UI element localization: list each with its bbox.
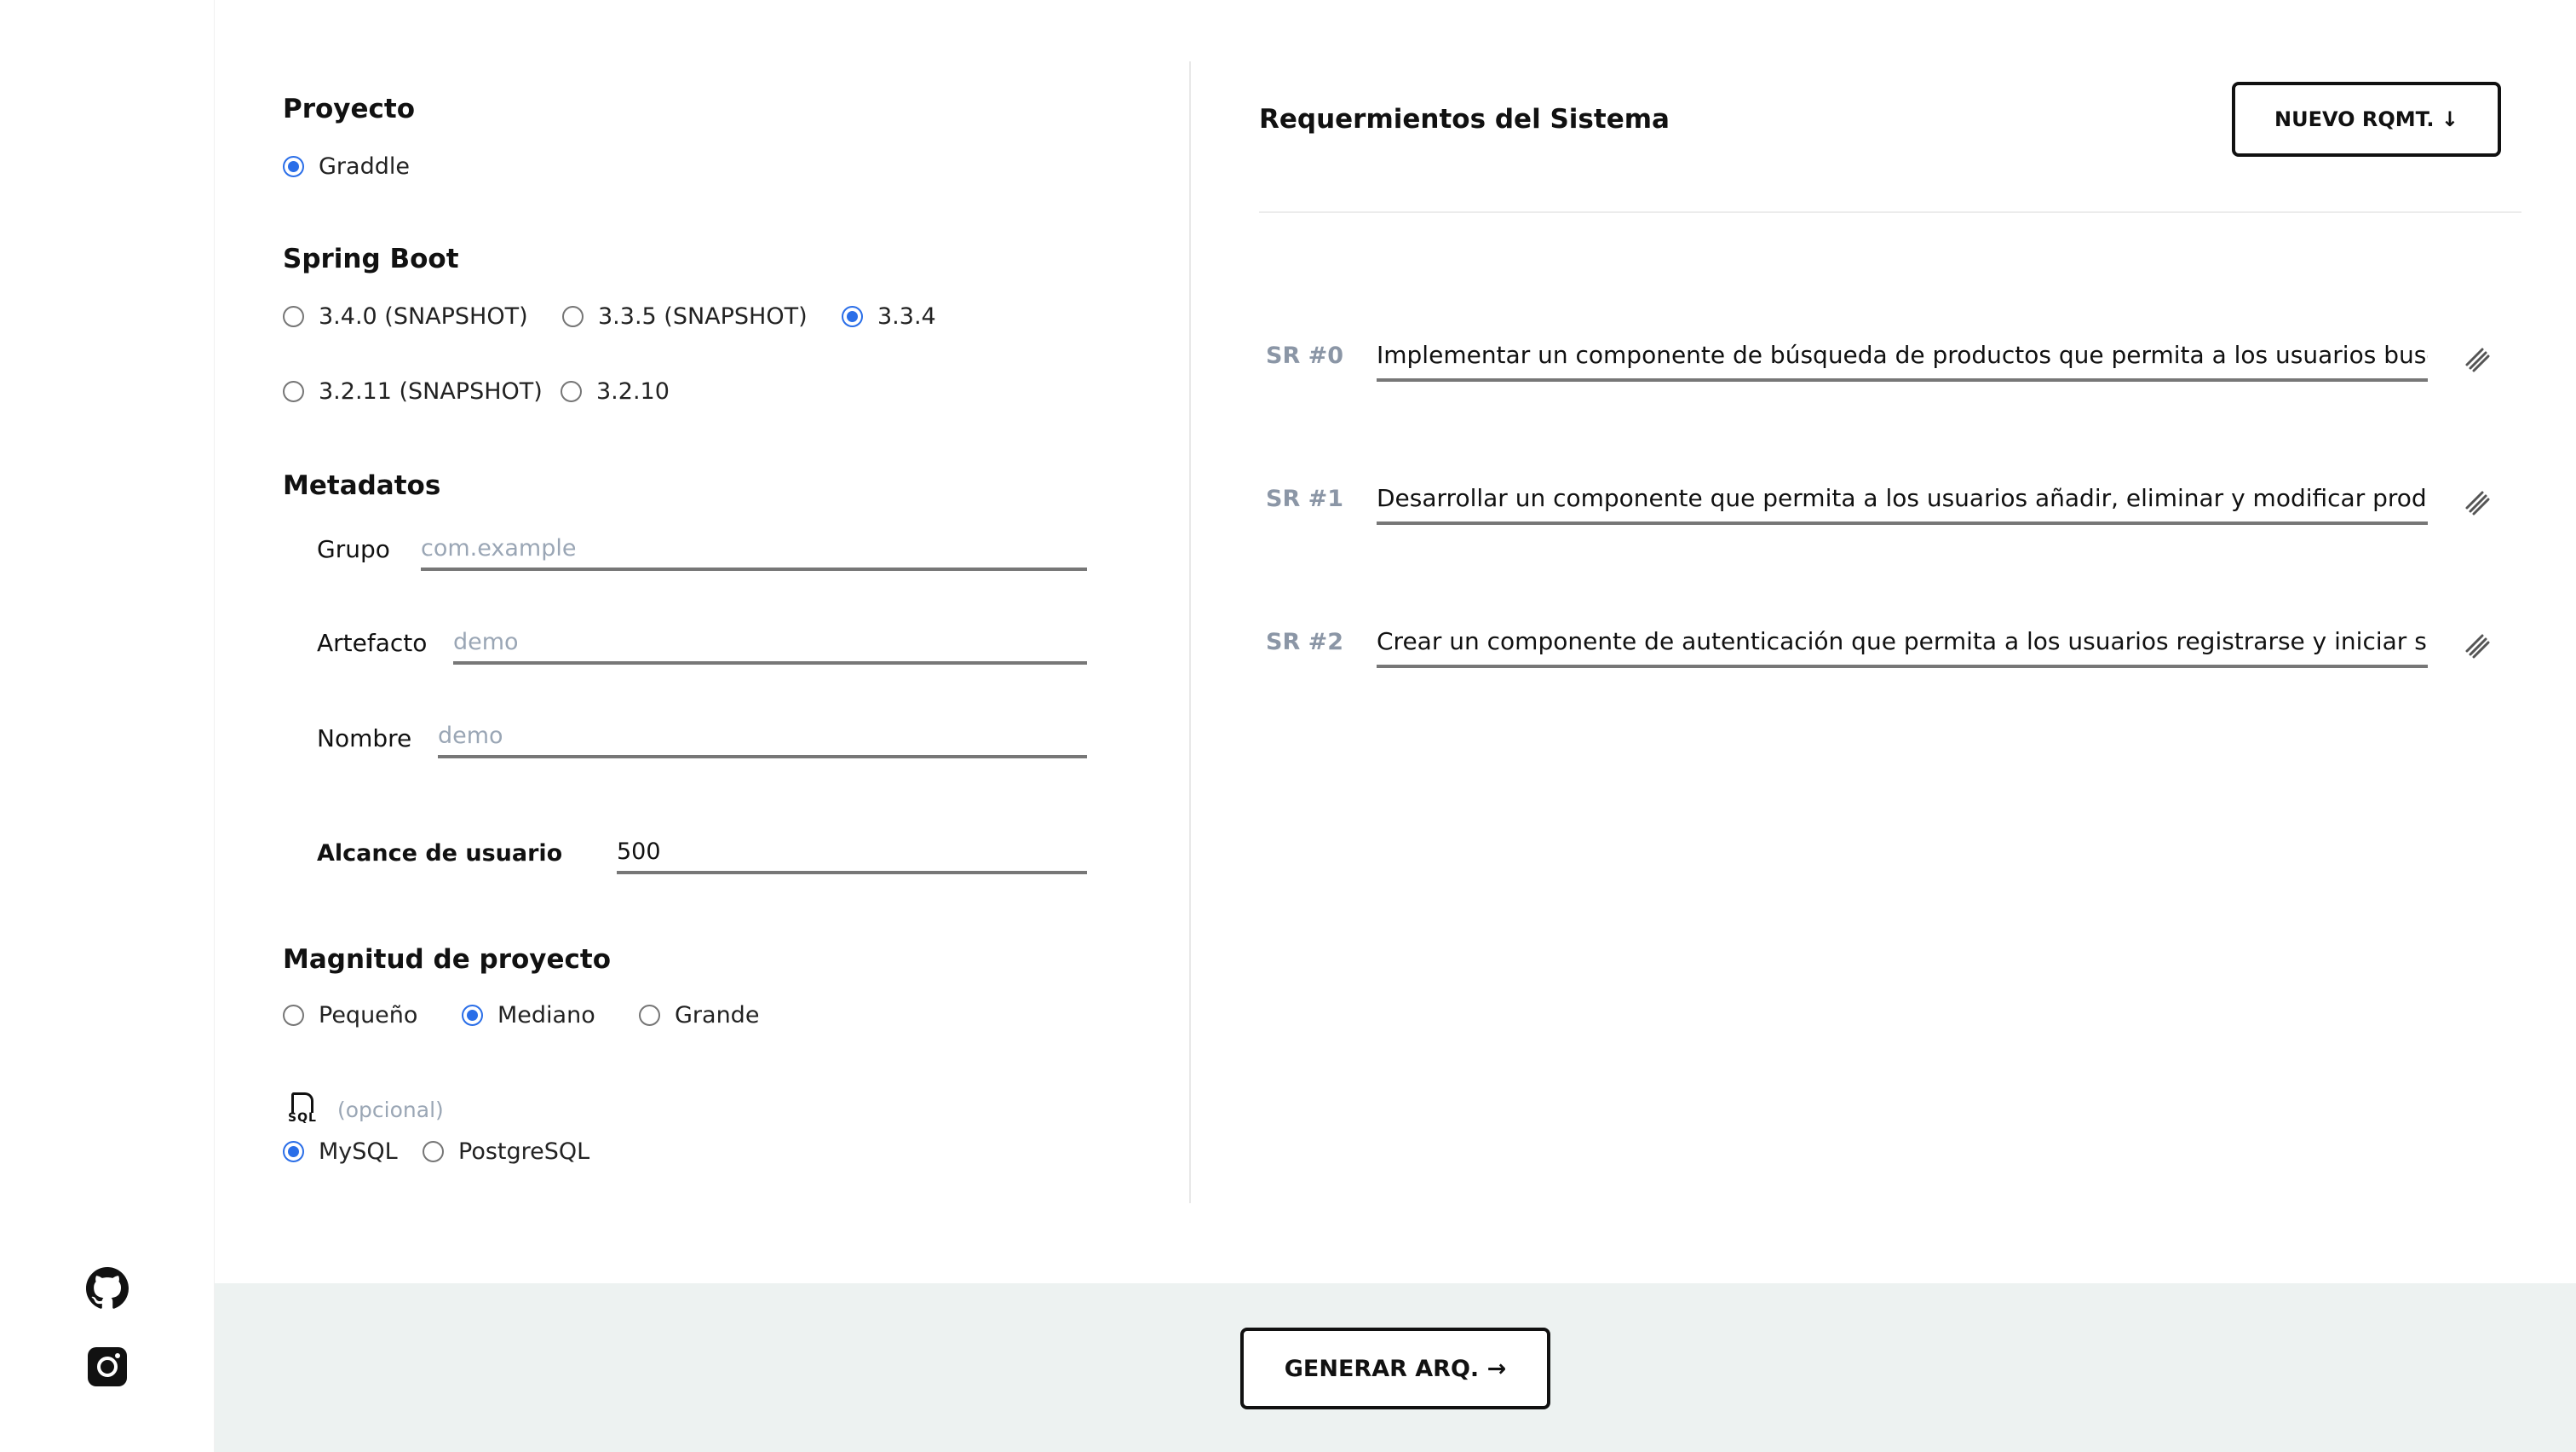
requirements-divider xyxy=(1259,211,2521,213)
requirement-input[interactable]: Implementar un componente de búsqueda de… xyxy=(1377,331,2428,382)
radio-spring-3-2-10[interactable]: 3.2.10 xyxy=(561,378,670,405)
magnitud-title: Magnitud de proyecto xyxy=(283,944,612,975)
radio-mysql[interactable]: MySQL xyxy=(283,1138,398,1165)
requirements-title: Requermientos del Sistema xyxy=(1259,104,1670,135)
requirement-id: SR #2 xyxy=(1266,629,1344,655)
radio-circle xyxy=(562,306,584,327)
radio-postgresql[interactable]: PostgreSQL xyxy=(423,1138,589,1165)
radio-circle xyxy=(283,381,304,402)
radio-spring-3-3-4[interactable]: 3.3.4 xyxy=(842,303,936,330)
radio-spring-3-2-11[interactable]: 3.2.11 (SNAPSHOT) xyxy=(283,378,543,405)
grupo-input[interactable] xyxy=(421,528,1087,571)
radio-circle xyxy=(842,306,863,327)
instagram-icon[interactable] xyxy=(85,1345,129,1389)
config-panel: Proyecto Graddle Spring Boot 3.4.0 (SNAP… xyxy=(215,0,1189,1283)
edit-icon[interactable] xyxy=(2462,343,2493,373)
proyecto-title: Proyecto xyxy=(283,94,416,124)
radio-label: MySQL xyxy=(319,1138,398,1165)
requirement-input[interactable]: Desarrollar un componente que permita a … xyxy=(1377,474,2428,525)
radio-circle xyxy=(283,1141,304,1162)
radio-circle xyxy=(462,1005,483,1026)
requirement-id: SR #0 xyxy=(1266,343,1344,369)
edit-icon[interactable] xyxy=(2462,486,2493,516)
radio-label: 3.2.10 xyxy=(596,378,670,405)
requirement-row: SR #0 Implementar un componente de búsqu… xyxy=(1266,331,2510,385)
optional-label: (opcional) xyxy=(337,1098,444,1122)
radio-label: 3.3.5 (SNAPSHOT) xyxy=(598,303,808,330)
radio-circle xyxy=(283,1005,304,1026)
left-rail xyxy=(0,0,215,1452)
radio-spring-3-3-5[interactable]: 3.3.5 (SNAPSHOT) xyxy=(562,303,808,330)
instagram-glyph xyxy=(88,1347,127,1386)
edit-icon[interactable] xyxy=(2462,629,2493,660)
radio-circle xyxy=(283,156,304,177)
radio-label: PostgreSQL xyxy=(458,1138,590,1165)
panel-divider xyxy=(1189,61,1191,1203)
spring-boot-title: Spring Boot xyxy=(283,244,459,274)
radio-circle xyxy=(561,381,582,402)
radio-label: Pequeño xyxy=(319,1002,418,1028)
radio-circle xyxy=(283,306,304,327)
github-icon[interactable] xyxy=(85,1266,129,1311)
radio-label: 3.3.4 xyxy=(877,303,936,330)
radio-label: 3.4.0 (SNAPSHOT) xyxy=(319,303,528,330)
requirement-id: SR #1 xyxy=(1266,486,1344,512)
alcance-label: Alcance de usuario xyxy=(317,840,563,867)
radio-graddle[interactable]: Graddle xyxy=(283,153,410,180)
nombre-label: Nombre xyxy=(317,724,412,752)
radio-grande[interactable]: Grande xyxy=(639,1002,759,1028)
radio-circle xyxy=(423,1141,444,1162)
radio-circle xyxy=(639,1005,660,1026)
nombre-input[interactable] xyxy=(438,716,1087,758)
artefacto-label: Artefacto xyxy=(317,629,428,657)
radio-label: 3.2.11 (SNAPSHOT) xyxy=(319,378,543,405)
radio-label: Grande xyxy=(675,1002,760,1028)
requirement-row: SR #1 Desarrollar un componente que perm… xyxy=(1266,474,2510,528)
radio-label: Graddle xyxy=(319,153,410,180)
sql-file-icon: SQL xyxy=(288,1092,322,1126)
metadatos-title: Metadatos xyxy=(283,470,441,501)
alcance-input[interactable] xyxy=(617,832,1087,874)
radio-pequeno[interactable]: Pequeño xyxy=(283,1002,417,1028)
radio-mediano[interactable]: Mediano xyxy=(462,1002,595,1028)
generate-architecture-button[interactable]: GENERAR ARQ. → xyxy=(1240,1328,1550,1409)
radio-spring-3-4-0[interactable]: 3.4.0 (SNAPSHOT) xyxy=(283,303,528,330)
requirement-input[interactable]: Crear un componente de autenticación que… xyxy=(1377,617,2428,668)
requirement-row: SR #2 Crear un componente de autenticaci… xyxy=(1266,617,2510,671)
radio-label: Mediano xyxy=(497,1002,595,1028)
artefacto-input[interactable] xyxy=(453,622,1087,665)
new-requirement-button[interactable]: NUEVO RQMT. ↓ xyxy=(2232,82,2501,157)
grupo-label: Grupo xyxy=(317,535,390,563)
